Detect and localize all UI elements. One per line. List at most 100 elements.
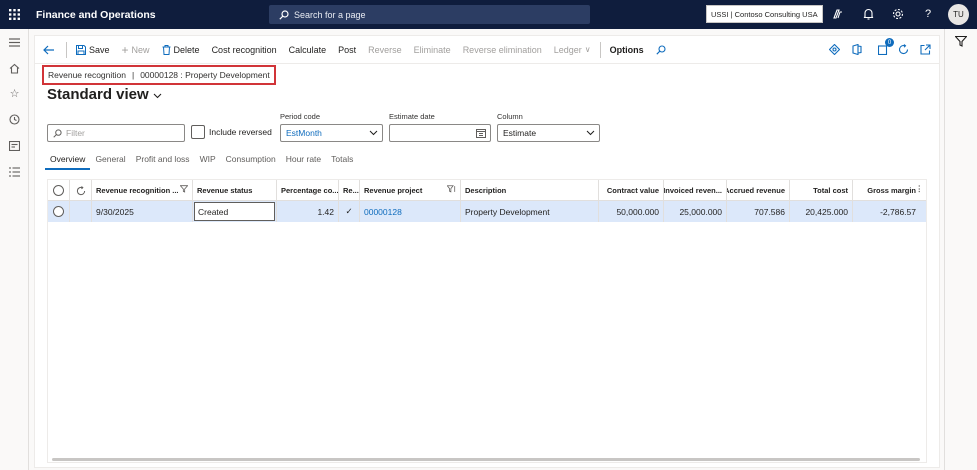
recent-clock-icon[interactable] (8, 113, 21, 126)
help-icon[interactable]: ? (921, 7, 935, 21)
column-filter-icon[interactable] (179, 185, 189, 195)
new-button[interactable]: + New (116, 36, 156, 64)
refresh-icon[interactable] (896, 42, 910, 56)
col-header-re[interactable]: Re... (339, 180, 360, 201)
column-label: Column (497, 112, 523, 121)
calculate-button[interactable]: Calculate (283, 36, 333, 64)
col-header-percentage[interactable]: Percentage co... (277, 180, 339, 201)
period-code-label: Period code (280, 112, 321, 121)
cell-revenue-project-link[interactable]: 00000128 (360, 201, 461, 222)
tab-wip[interactable]: WIP (195, 152, 221, 170)
cell-accrued-revenue[interactable]: 707.586 (727, 201, 790, 222)
page-title: Standard view (47, 86, 149, 103)
column-select[interactable]: Estimate (497, 124, 600, 142)
cell-revenue-recognition[interactable]: 9/30/2025 (92, 201, 193, 222)
col-header-description[interactable]: Description (461, 180, 599, 201)
tab-overview[interactable]: Overview (45, 152, 91, 170)
divider (599, 41, 601, 58)
table-row[interactable]: 9/30/2025 Created 1.42 ✓ 00000128 Proper… (48, 201, 926, 222)
user-avatar[interactable]: TU (948, 4, 969, 25)
tab-profit-and-loss[interactable]: Profit and loss (131, 152, 195, 170)
attachments-icon[interactable]: 0 (876, 38, 894, 56)
revenue-recognition-grid: Revenue recognition ... Revenue status P… (47, 179, 927, 463)
select-all-radio-cell[interactable] (48, 180, 70, 201)
company-picker[interactable]: USSI | Contoso Consulting USA (706, 5, 823, 23)
delete-button[interactable]: Delete (156, 36, 206, 64)
estimate-date-input[interactable] (389, 124, 491, 142)
period-code-select[interactable]: EstMonth (280, 124, 383, 142)
app-title: Finance and Operations (36, 8, 156, 21)
refresh-rows-icon[interactable] (70, 180, 92, 201)
open-new-window-icon[interactable] (918, 42, 932, 56)
hamburger-menu-icon[interactable] (8, 36, 21, 49)
top-bar: Finance and Operations Search for a page… (0, 0, 977, 29)
view-selector[interactable]: Standard view (47, 86, 162, 103)
workspaces-icon[interactable] (8, 139, 21, 152)
copilot-icon[interactable] (830, 7, 844, 21)
column-value: Estimate (503, 128, 537, 138)
grid-filter-input[interactable]: Filter (47, 124, 185, 142)
chevron-down-icon (153, 86, 162, 103)
tab-consumption[interactable]: Consumption (221, 152, 281, 170)
reverse-elimination-button[interactable]: Reverse elimination (457, 36, 548, 64)
options-button[interactable]: Options (604, 36, 650, 64)
breadcrumb-record: 00000128 : Property Development (140, 70, 270, 80)
tab-general[interactable]: General (90, 152, 130, 170)
favorites-star-icon[interactable]: ☆ (8, 87, 21, 100)
chevron-down-icon (369, 128, 378, 138)
app-launcher-icon[interactable] (0, 0, 28, 29)
breadcrumb: Revenue recognition | 00000128 : Propert… (42, 65, 276, 85)
cell-revenue-status[interactable]: Created (193, 201, 277, 222)
settings-gear-icon[interactable] (891, 7, 905, 21)
select-all-radio[interactable] (53, 185, 64, 196)
cell-percentage[interactable]: 1.42 (277, 201, 339, 222)
cell-contract-value[interactable]: 50,000.000 (599, 201, 664, 222)
tab-totals[interactable]: Totals (326, 152, 358, 170)
home-icon[interactable] (8, 62, 21, 75)
office-icon[interactable] (850, 42, 864, 56)
cell-gross-margin[interactable]: -2,786.57 (853, 201, 926, 222)
reverse-button[interactable]: Reverse (362, 36, 408, 64)
power-apps-icon[interactable] (827, 42, 841, 56)
col-header-revenue-status[interactable]: Revenue status (193, 180, 277, 201)
notifications-bell-icon[interactable] (861, 7, 875, 21)
global-search-input[interactable]: Search for a page (269, 5, 590, 24)
revenue-status-input[interactable]: Created (194, 202, 275, 221)
include-reversed-label: Include reversed (209, 127, 272, 137)
save-icon (76, 44, 86, 55)
tab-strip: Overview General Profit and loss WIP Con… (45, 152, 358, 170)
include-reversed-checkbox[interactable] (191, 125, 205, 139)
period-code-value: EstMonth (286, 128, 322, 138)
ledger-menu-button[interactable]: Ledger ∨ (548, 36, 597, 64)
cell-description[interactable]: Property Development (461, 201, 599, 222)
col-header-revenue-recognition[interactable]: Revenue recognition ... (92, 180, 193, 201)
col-header-contract-value[interactable]: Contract value (599, 180, 664, 201)
cell-invoiced-revenue[interactable]: 25,000.000 (664, 201, 727, 222)
col-header-invoiced-revenue[interactable]: Invoiced reven... (664, 180, 727, 201)
col-header-total-cost[interactable]: Total cost (790, 180, 853, 201)
col-header-accrued-revenue[interactable]: Accrued revenue (727, 180, 790, 201)
horizontal-scrollbar[interactable] (52, 458, 920, 461)
row-select-radio[interactable] (53, 206, 64, 217)
back-arrow-icon[interactable] (35, 36, 63, 64)
action-pane: Save + New Delete Cost recognition Calcu… (35, 36, 939, 64)
filter-funnel-icon[interactable] (954, 35, 968, 49)
grid-header: Revenue recognition ... Revenue status P… (48, 180, 926, 201)
calendar-icon[interactable] (476, 128, 486, 140)
attachments-count-badge: 0 (885, 38, 894, 47)
eliminate-button[interactable]: Eliminate (408, 36, 457, 64)
row-select-radio-cell[interactable] (48, 201, 70, 222)
col-header-revenue-project[interactable]: Revenue project (360, 180, 461, 201)
post-button[interactable]: Post (332, 36, 362, 64)
cell-total-cost[interactable]: 20,425.000 (790, 201, 853, 222)
col-header-gross-margin[interactable]: Gross margin ⋮ (853, 180, 926, 201)
save-button[interactable]: Save (70, 36, 116, 64)
action-search-icon[interactable] (650, 36, 672, 64)
more-options-icon[interactable]: ⋮ (916, 184, 924, 193)
modules-list-icon[interactable] (8, 165, 21, 178)
cell-re-checkmark[interactable]: ✓ (339, 201, 360, 222)
tab-hour-rate[interactable]: Hour rate (281, 152, 326, 170)
column-filter-sort-icon[interactable] (446, 185, 456, 195)
cost-recognition-button[interactable]: Cost recognition (206, 36, 283, 64)
breadcrumb-module[interactable]: Revenue recognition (48, 70, 126, 80)
